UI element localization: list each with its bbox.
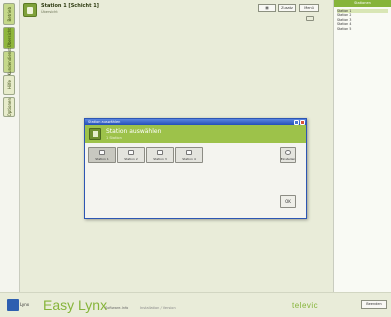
settings-button[interactable]: Einstellen	[280, 147, 296, 163]
version-info: Installation / Version	[140, 306, 176, 310]
settings-button-label: Einstellen	[280, 157, 296, 161]
panel-title: Stationen	[334, 0, 391, 7]
side-tab-optionen[interactable]: Optionen	[3, 97, 15, 117]
station-icon	[89, 128, 101, 140]
exit-button[interactable]: Beenden	[361, 300, 387, 309]
side-tab-label: Hilfe	[6, 80, 12, 90]
software-info-link[interactable]: Software-Info	[105, 306, 128, 310]
close-icon[interactable]	[300, 119, 305, 125]
side-tab-label: Kundendienst	[6, 48, 12, 76]
logo-word: Lynx	[20, 302, 30, 307]
ok-button[interactable]: OK	[280, 195, 296, 208]
station-button-label: Station 2	[124, 157, 138, 161]
side-tab-strip: Betrieb Übersicht Kundendienst Hilfe Opt…	[0, 0, 20, 292]
station-button-label: Station 3	[153, 157, 167, 161]
lynx-logo-icon	[7, 299, 19, 311]
app-name: Easy Lynx	[43, 297, 108, 313]
station-button-label: Station 1	[95, 157, 109, 161]
station-icon	[128, 150, 134, 155]
footer-bar: Lynx Easy Lynx Software-Info Installatio…	[0, 292, 391, 317]
station-button-4[interactable]: Station 4	[175, 147, 203, 163]
dialog-window-title: Station auswählen	[88, 120, 121, 124]
dialog-subheading: 1 Station	[106, 136, 122, 140]
station-button-label: Station 4	[182, 157, 196, 161]
side-tab-label: Übersicht	[6, 28, 12, 48]
station-icon	[23, 3, 37, 17]
tree-item[interactable]: Station 5	[337, 27, 388, 31]
side-tab-hilfe[interactable]: Hilfe	[3, 75, 15, 95]
header-bar: Station 1 [Schicht 1] Übersicht ▦ Zusatz…	[20, 0, 333, 22]
side-tab-label: Betrieb	[6, 6, 12, 22]
zusatz-button[interactable]: Zusatz	[278, 4, 296, 12]
station-icon	[157, 150, 163, 155]
side-tab-label: Optionen	[6, 97, 12, 117]
side-tab-betrieb[interactable]: Betrieb	[3, 3, 15, 25]
menu-button[interactable]: Menü	[299, 4, 319, 12]
station-icon	[99, 150, 105, 155]
page-subtitle: Übersicht	[41, 10, 58, 14]
clock-icon	[306, 16, 314, 21]
station-button-2[interactable]: Station 2	[117, 147, 145, 163]
station-tree: Station 1 Station 2 Station 3 Station 4 …	[334, 7, 391, 33]
station-tree-panel: Stationen Station 1 Station 2 Station 3 …	[333, 0, 391, 292]
dialog-heading: Station auswählen	[106, 128, 162, 135]
dialog-banner: Station auswählen 1 Station	[85, 125, 306, 143]
brand-logo: televic	[292, 301, 319, 310]
print-icon: ▦	[265, 6, 269, 10]
station-button-3[interactable]: Station 3	[146, 147, 174, 163]
page-title: Station 1 [Schicht 1]	[41, 3, 99, 9]
side-tab-uebersicht[interactable]: Übersicht	[3, 27, 15, 49]
print-button[interactable]: ▦	[258, 4, 276, 12]
side-tab-kundendienst[interactable]: Kundendienst	[3, 48, 15, 76]
station-button-1[interactable]: Station 1	[88, 147, 116, 163]
gear-icon	[285, 150, 291, 155]
station-icon	[186, 150, 192, 155]
maximize-icon[interactable]	[294, 119, 299, 125]
station-select-dialog: Station auswählen Station auswählen 1 St…	[84, 118, 307, 219]
station-button-row: Station 1 Station 2 Station 3 Station 4	[88, 147, 203, 163]
